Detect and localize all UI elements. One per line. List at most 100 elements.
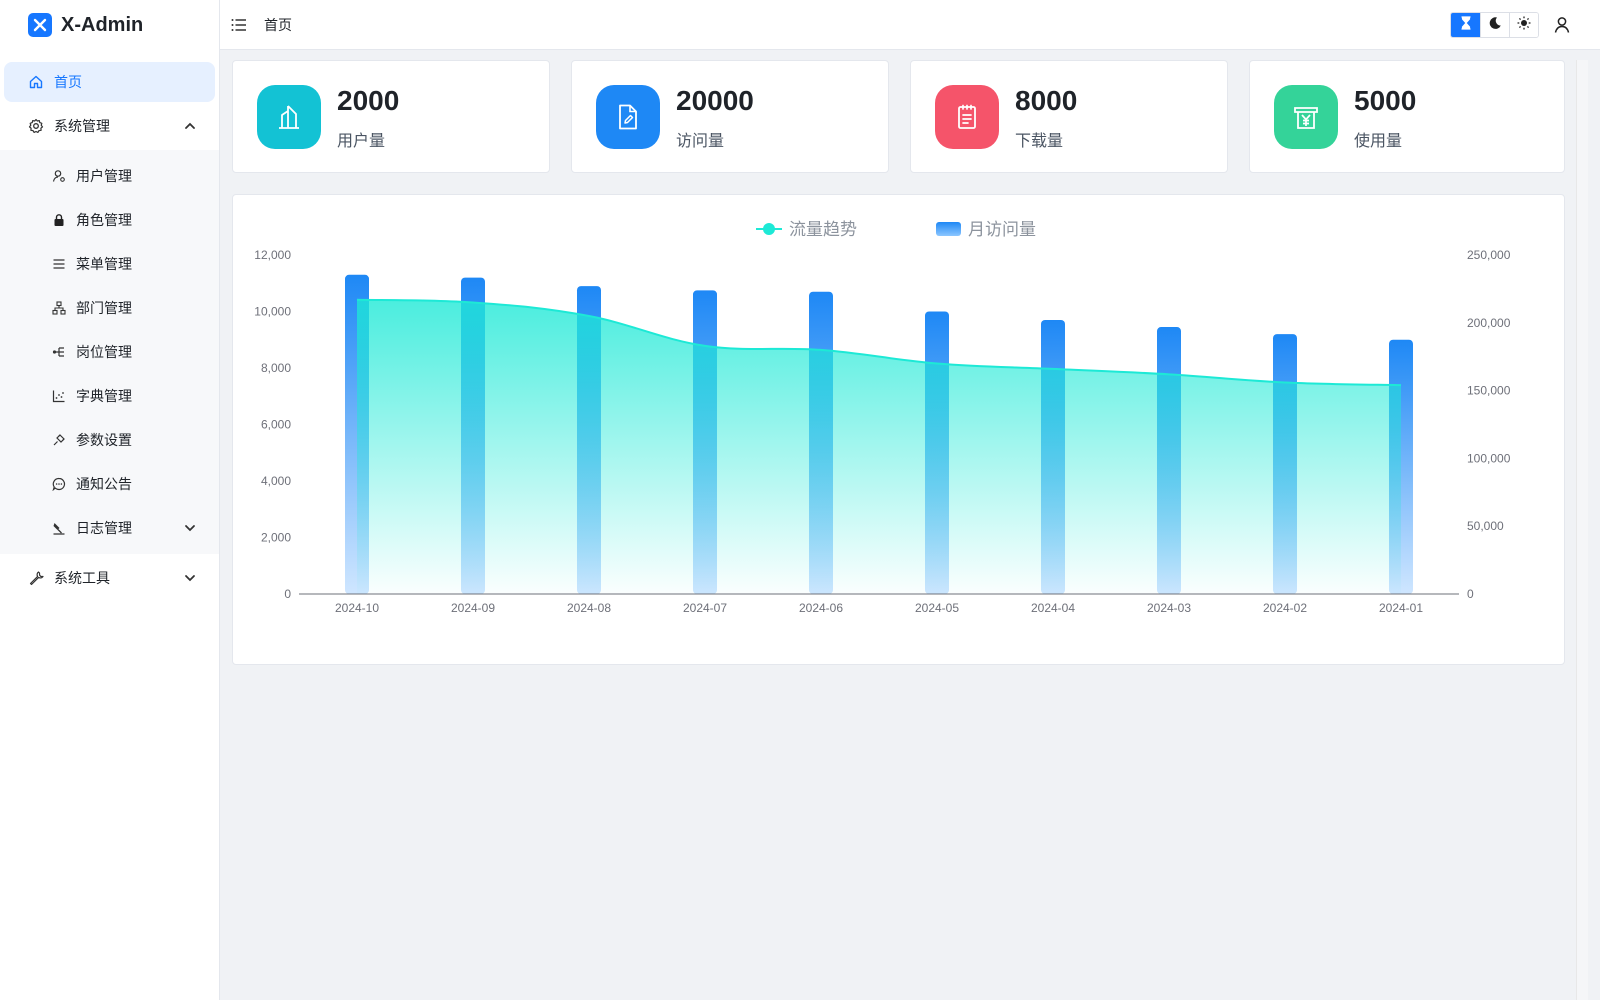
y-right-tick-label: 100,000 bbox=[1467, 451, 1511, 465]
sidebar-item-post-manage[interactable]: 岗位管理 bbox=[0, 330, 219, 374]
sidebar-item-label: 系统工具 bbox=[54, 570, 110, 586]
sidebar-item-label: 参数设置 bbox=[76, 432, 132, 448]
legend-bar-mark bbox=[936, 222, 961, 236]
sidebar-item-label: 日志管理 bbox=[76, 520, 132, 536]
stat-label: 用户量 bbox=[337, 133, 386, 150]
building-icon bbox=[257, 85, 321, 149]
y-left-tick-label: 4,000 bbox=[261, 474, 291, 488]
chevron-up-icon bbox=[183, 119, 197, 133]
stat-card-usage: 5000 使用量 bbox=[1249, 60, 1565, 173]
x-tick-label: 2024-06 bbox=[799, 601, 843, 615]
y-right-tick-label: 200,000 bbox=[1467, 316, 1511, 330]
theme-light-button[interactable] bbox=[1509, 13, 1538, 37]
traffic-chart: 0 2,000 4,000 6,000 8,000 10,000 12,000 0 50,000… bbox=[254, 220, 1511, 615]
yuan-receipt-icon bbox=[1274, 85, 1338, 149]
y-right-tick-label: 50,000 bbox=[1467, 519, 1504, 533]
sidebar-item-label: 岗位管理 bbox=[76, 344, 132, 360]
sidebar-item-tools[interactable]: 系统工具 bbox=[4, 558, 215, 598]
sun-icon bbox=[1517, 16, 1531, 35]
stat-value: 2000 bbox=[337, 85, 400, 116]
theme-system-button[interactable] bbox=[1451, 13, 1480, 37]
app-title: X-Admin bbox=[61, 13, 144, 36]
sidebar-item-params[interactable]: 参数设置 bbox=[0, 418, 219, 462]
y-left-tick-label: 12,000 bbox=[254, 248, 291, 262]
sidebar-menu: 首页 系统管理 用户管理 角色管理 菜单管理 部门管理 岗位管理 字典管理 参数… bbox=[0, 50, 219, 598]
sidebar-item-label: 部门管理 bbox=[76, 300, 132, 316]
sidebar: X-Admin 首页 系统管理 用户管理 角色管理 菜单管理 部门管理 岗位管理… bbox=[0, 0, 220, 1000]
sidebar-item-label: 用户管理 bbox=[76, 168, 132, 184]
edit-document-icon bbox=[596, 85, 660, 149]
sidebar-item-label: 菜单管理 bbox=[76, 256, 132, 272]
stat-value: 5000 bbox=[1354, 85, 1417, 116]
sidebar-item-label: 首页 bbox=[54, 74, 82, 90]
log-icon bbox=[52, 521, 66, 535]
stat-label: 访问量 bbox=[676, 133, 725, 150]
lock-icon bbox=[52, 213, 66, 227]
logo[interactable]: X-Admin bbox=[0, 0, 219, 50]
y-right-tick-label: 150,000 bbox=[1467, 384, 1511, 398]
list-icon bbox=[52, 257, 66, 271]
stat-card-users: 2000 用户量 bbox=[232, 60, 550, 173]
sidebar-item-dict-manage[interactable]: 字典管理 bbox=[0, 374, 219, 418]
hourglass-icon bbox=[1460, 15, 1472, 35]
x-tick-label: 2024-10 bbox=[335, 601, 379, 615]
y-left-tick-label: 6,000 bbox=[261, 418, 291, 432]
menu-toggle-icon[interactable] bbox=[230, 16, 248, 34]
post-icon bbox=[52, 345, 66, 359]
top-header: 首页 bbox=[220, 0, 1600, 50]
legend-label-visits: 月访问量 bbox=[968, 220, 1036, 239]
sidebar-item-home[interactable]: 首页 bbox=[4, 62, 215, 102]
sidebar-item-user-manage[interactable]: 用户管理 bbox=[0, 154, 219, 198]
y-left-tick-label: 0 bbox=[284, 587, 291, 601]
y-left-tick-label: 10,000 bbox=[254, 305, 291, 319]
legend-label-trend: 流量趋势 bbox=[789, 220, 857, 239]
x-tick-label: 2024-04 bbox=[1031, 601, 1075, 615]
y-right-tick-label: 250,000 bbox=[1467, 248, 1511, 262]
x-tick-label: 2024-03 bbox=[1147, 601, 1191, 615]
stat-label: 下载量 bbox=[1015, 133, 1064, 150]
x-tick-label: 2024-07 bbox=[683, 601, 727, 615]
home-icon bbox=[28, 74, 44, 90]
y-left-tick-label: 8,000 bbox=[261, 361, 291, 375]
stat-value: 20000 bbox=[676, 85, 754, 116]
plug-icon bbox=[52, 433, 66, 447]
chevron-down-icon bbox=[183, 571, 197, 585]
stat-card-downloads: 8000 下载量 bbox=[910, 60, 1228, 173]
y-right-tick-label: 0 bbox=[1467, 587, 1474, 601]
theme-dark-button[interactable] bbox=[1480, 13, 1509, 37]
user-manage-icon bbox=[52, 169, 66, 183]
trend-area bbox=[357, 299, 1401, 594]
system-submenu: 用户管理 角色管理 菜单管理 部门管理 岗位管理 字典管理 参数设置 通知公告 … bbox=[0, 150, 219, 554]
sidebar-item-label: 字典管理 bbox=[76, 388, 132, 404]
user-icon[interactable] bbox=[1552, 15, 1572, 35]
stat-label: 使用量 bbox=[1354, 133, 1403, 150]
x-tick-label: 2024-09 bbox=[451, 601, 495, 615]
moon-icon bbox=[1488, 16, 1502, 35]
legend-line-dot bbox=[763, 223, 775, 235]
sidebar-item-label: 角色管理 bbox=[76, 212, 132, 228]
stat-value: 8000 bbox=[1015, 85, 1078, 116]
page-scrollbar[interactable] bbox=[1576, 60, 1588, 1000]
dict-icon bbox=[52, 389, 66, 403]
sidebar-item-notice[interactable]: 通知公告 bbox=[0, 462, 219, 506]
x-tick-label: 2024-08 bbox=[567, 601, 611, 615]
x-tick-label: 2024-02 bbox=[1263, 601, 1307, 615]
sidebar-item-label: 通知公告 bbox=[76, 476, 132, 492]
org-tree-icon bbox=[52, 301, 66, 315]
sidebar-item-menu-manage[interactable]: 菜单管理 bbox=[0, 242, 219, 286]
chevron-down-icon bbox=[183, 521, 197, 535]
wrench-icon bbox=[28, 570, 44, 586]
sidebar-item-system[interactable]: 系统管理 bbox=[4, 106, 215, 146]
message-icon bbox=[52, 477, 66, 491]
x-tick-label: 2024-01 bbox=[1379, 601, 1423, 615]
sidebar-item-log-manage[interactable]: 日志管理 bbox=[0, 506, 219, 550]
x-tick-label: 2024-05 bbox=[915, 601, 959, 615]
sidebar-item-role-manage[interactable]: 角色管理 bbox=[0, 198, 219, 242]
stat-card-visits: 20000 访问量 bbox=[571, 60, 889, 173]
sidebar-item-dept-manage[interactable]: 部门管理 bbox=[0, 286, 219, 330]
clipboard-icon bbox=[935, 85, 999, 149]
theme-switch bbox=[1450, 12, 1539, 38]
gear-icon bbox=[28, 118, 44, 134]
sidebar-item-label: 系统管理 bbox=[54, 118, 110, 134]
breadcrumb[interactable]: 首页 bbox=[264, 15, 292, 35]
